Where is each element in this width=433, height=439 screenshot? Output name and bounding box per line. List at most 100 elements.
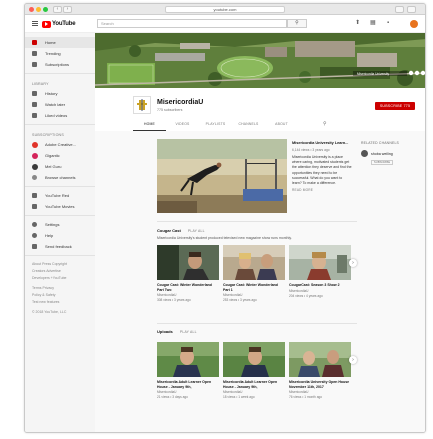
related-channel-avatar: [361, 150, 368, 157]
shelf-title-text[interactable]: Uploads: [157, 329, 173, 334]
tab-playlists[interactable]: PLAYLISTS: [199, 121, 232, 131]
sidebar-item-browse-channels[interactable]: Browse channels: [25, 172, 95, 183]
avatar[interactable]: [410, 20, 418, 28]
video-thumbnail[interactable]: [157, 245, 219, 280]
subscription-avatar: [32, 141, 38, 148]
footer-links-line[interactable]: Policy & Safety: [25, 292, 95, 299]
subscribe-button[interactable]: SUBSCRIBE 775: [375, 102, 415, 110]
sidebar-item-home[interactable]: Home: [25, 37, 95, 48]
video-title[interactable]: Cougar Cast: Winter Wonderland Part Two: [157, 283, 219, 292]
video-card[interactable]: CougarCast: Season 3 Show 2 Misericordia…: [289, 245, 351, 298]
sidebar-item-subscriptions[interactable]: Subscriptions: [25, 59, 95, 70]
share-icon[interactable]: [395, 6, 404, 13]
shelf-next-arrow-icon[interactable]: ›: [349, 356, 357, 364]
shelf-next-arrow-icon[interactable]: ›: [349, 259, 357, 267]
search-input[interactable]: Search: [97, 19, 287, 28]
video-card[interactable]: Misericordia Adult Learner Open House - …: [157, 342, 219, 399]
sidebar-divider: [25, 255, 95, 256]
menu-icon[interactable]: [32, 21, 38, 26]
featured-video-player[interactable]: [157, 139, 287, 213]
tab-videos[interactable]: VIDEOS: [166, 121, 199, 131]
video-title[interactable]: Misericordia Adult Learner Open House - …: [157, 380, 219, 389]
related-subscribe-button[interactable]: SUBSCRIBE: [371, 160, 393, 165]
close-window-button[interactable]: [29, 7, 34, 12]
upload-icon[interactable]: ⬆: [355, 20, 360, 27]
video-channel[interactable]: MisericordiaU: [289, 390, 351, 394]
footer-links-line[interactable]: About Press Copyright: [25, 261, 95, 268]
notifications-icon[interactable]: ▪: [387, 20, 389, 27]
read-more-link[interactable]: READ MORE: [292, 188, 352, 192]
address-bar[interactable]: youtube.com: [165, 6, 285, 13]
video-card[interactable]: Misericordia University Open House Novem…: [289, 342, 351, 399]
video-card[interactable]: Misericordia Adult Learner Open House - …: [223, 342, 285, 399]
sidebar-item-settings[interactable]: Settings: [25, 219, 95, 230]
related-channel-name: shoba weiling: [371, 151, 393, 156]
featured-video-title[interactable]: Misericordia University Learn...: [292, 141, 352, 146]
sidebar-item-help[interactable]: Help: [25, 230, 95, 241]
video-thumbnail[interactable]: [289, 245, 351, 280]
sidebar-subscription-mel-guru[interactable]: Mel Guru: [25, 161, 95, 172]
youtube-logo[interactable]: YouTube: [42, 20, 76, 28]
sidebar-item-youtube-movies[interactable]: YouTube Movies: [25, 201, 95, 212]
trending-icon: [32, 51, 37, 56]
video-channel[interactable]: MisericordiaU: [223, 390, 285, 394]
video-card[interactable]: Cougar Cast: Winter Wonderland Part 1 Mi…: [223, 245, 285, 302]
play-all-button[interactable]: PLAY ALL: [180, 330, 197, 334]
sidebar-subscription-adobe[interactable]: Adobe Creative...: [25, 139, 95, 150]
footer-links-line[interactable]: Developers +YouTube: [25, 275, 95, 282]
minimize-window-button[interactable]: [36, 7, 41, 12]
video-title[interactable]: Cougar Cast: Winter Wonderland Part 1: [223, 283, 285, 292]
footer-links-line[interactable]: Terms Privacy: [25, 285, 95, 292]
shelf-title-text[interactable]: Cougar Cast: [157, 228, 181, 233]
video-meta: 18 views • 1 week ago: [223, 395, 255, 400]
tab-channels[interactable]: CHANNELS: [232, 121, 265, 131]
thumbnail-image: [289, 342, 351, 377]
sidebar-item-youtube-red[interactable]: YouTube Red: [25, 190, 95, 201]
channel-search-icon[interactable]: ⚲: [323, 121, 327, 127]
channel-content: Misericordia University Learn... 6,144 v…: [95, 131, 425, 432]
zoom-window-button[interactable]: [43, 7, 48, 12]
play-all-button[interactable]: PLAY ALL: [188, 229, 205, 233]
subscription-avatar: [32, 163, 38, 170]
video-thumbnail[interactable]: [223, 342, 285, 377]
back-button[interactable]: ‹: [53, 6, 62, 13]
thumbnail-image: [157, 245, 219, 280]
channel-avatar[interactable]: [133, 96, 151, 114]
tab-home[interactable]: HOME: [133, 121, 166, 131]
video-meta: 21 views • 3 days ago: [157, 395, 188, 400]
subscription-avatar: [32, 152, 38, 159]
sidebar-item-label: YouTube Red: [45, 193, 70, 198]
video-title[interactable]: Misericordia University Open House Novem…: [289, 380, 351, 389]
video-thumbnail[interactable]: [289, 342, 351, 377]
video-title[interactable]: Misericordia Adult Learner Open House - …: [223, 380, 285, 389]
video-channel[interactable]: MisericordiaU: [157, 293, 219, 297]
video-thumbnail[interactable]: [157, 342, 219, 377]
video-channel[interactable]: MisericordiaU: [157, 390, 219, 394]
sidebar-subscription-gigantic[interactable]: Gigantic: [25, 150, 95, 161]
sidebar-item-watch-later[interactable]: Watch later: [25, 99, 95, 110]
sidebar-footer: About Press Copyright Creators Advertise…: [25, 259, 95, 316]
sidebar-item-history[interactable]: History: [25, 88, 95, 99]
tab-about[interactable]: ABOUT: [265, 121, 298, 131]
video-card[interactable]: Cougar Cast: Winter Wonderland Part Two …: [157, 245, 219, 302]
video-channel[interactable]: MisericordiaU: [289, 289, 351, 293]
related-channel-item[interactable]: shoba weiling: [361, 150, 421, 157]
footer-links-line[interactable]: Test new features: [25, 299, 95, 306]
sidebar-divider: [25, 215, 95, 216]
sidebar-item-liked-videos[interactable]: Liked videos: [25, 110, 95, 121]
video-thumbnail[interactable]: [223, 245, 285, 280]
search-button[interactable]: ⚲: [287, 19, 307, 28]
sidebar-divider: [25, 124, 95, 125]
video-channel[interactable]: MisericordiaU: [223, 293, 285, 297]
video-meta: 76 views • 1 month ago: [289, 395, 323, 400]
sidebar-item-trending[interactable]: Trending: [25, 48, 95, 59]
sidebar-item-send-feedback[interactable]: Send feedback: [25, 241, 95, 252]
apps-icon[interactable]: ▦: [370, 20, 376, 27]
feedback-icon: [32, 244, 37, 249]
video-title[interactable]: CougarCast: Season 3 Show 2: [289, 283, 351, 288]
thumbnail-image: [223, 342, 285, 377]
video-meta: 204 views • 4 years ago: [289, 293, 323, 298]
forward-button[interactable]: ›: [63, 6, 72, 13]
footer-links-line[interactable]: Creators Advertise: [25, 268, 95, 275]
tabs-icon[interactable]: [407, 6, 416, 13]
